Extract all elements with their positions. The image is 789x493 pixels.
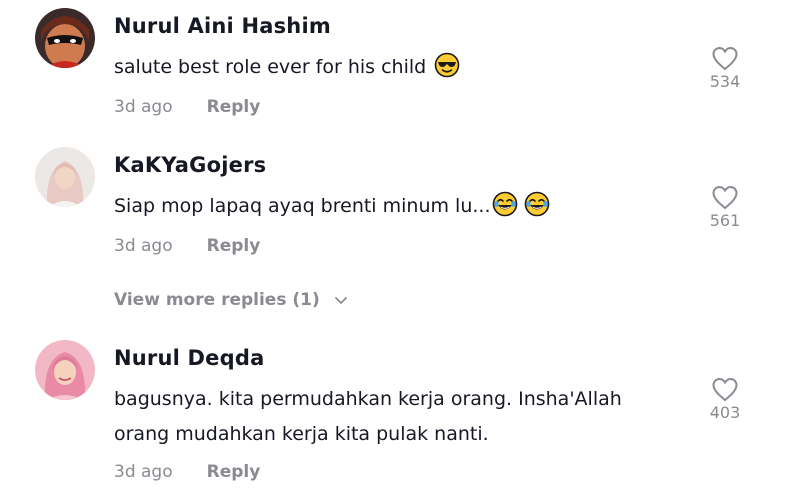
comment-text: salute best role ever for his child xyxy=(114,52,460,88)
heart-icon[interactable] xyxy=(711,377,739,402)
comment-username[interactable]: Nurul Deqda xyxy=(114,346,264,370)
comment-meta: 3d ago Reply xyxy=(114,97,260,117)
comment-body-line: bagusnya. kita permudahkan kerja orang. … xyxy=(114,388,622,410)
cool-face-emoji-icon xyxy=(434,52,460,88)
comment-meta: 3d ago Reply xyxy=(114,462,260,482)
reply-button[interactable]: Reply xyxy=(207,97,261,117)
comment-time: 3d ago xyxy=(114,97,173,117)
comment-meta: 3d ago Reply xyxy=(114,236,260,256)
like-count: 561 xyxy=(709,211,741,230)
comment-body-line: orang mudahkan kerja kita pulak nanti. xyxy=(114,423,489,445)
heart-icon[interactable] xyxy=(711,46,739,71)
comment-time: 3d ago xyxy=(114,462,173,482)
comment-username[interactable]: Nurul Aini Hashim xyxy=(114,14,331,38)
comment-text: Siap mop lapaq ayaq brenti minum lu... xyxy=(114,191,550,227)
heart-icon[interactable] xyxy=(711,185,739,210)
comment-body: Siap mop lapaq ayaq brenti minum lu... xyxy=(114,195,491,217)
view-more-replies-button[interactable]: View more replies (1) xyxy=(114,290,348,310)
comment-time: 3d ago xyxy=(114,236,173,256)
like-count: 403 xyxy=(709,403,741,422)
tears-of-joy-emoji-icon xyxy=(524,191,550,227)
avatar[interactable] xyxy=(35,147,95,207)
comment-text: bagusnya. kita permudahkan kerja orang. … xyxy=(114,384,622,450)
reply-button[interactable]: Reply xyxy=(207,462,261,482)
like-count: 534 xyxy=(709,72,741,91)
tears-of-joy-emoji-icon xyxy=(492,191,518,227)
like-control: 534 xyxy=(700,46,750,91)
like-control: 561 xyxy=(700,185,750,230)
like-control: 403 xyxy=(700,377,750,422)
reply-button[interactable]: Reply xyxy=(207,236,261,256)
avatar[interactable] xyxy=(35,8,95,68)
comment-body: salute best role ever for his child xyxy=(114,56,427,78)
chevron-down-icon xyxy=(334,297,347,304)
view-more-replies-label: View more replies (1) xyxy=(114,290,320,310)
avatar[interactable] xyxy=(35,340,95,400)
comment-username[interactable]: KaKYaGojers xyxy=(114,153,266,177)
